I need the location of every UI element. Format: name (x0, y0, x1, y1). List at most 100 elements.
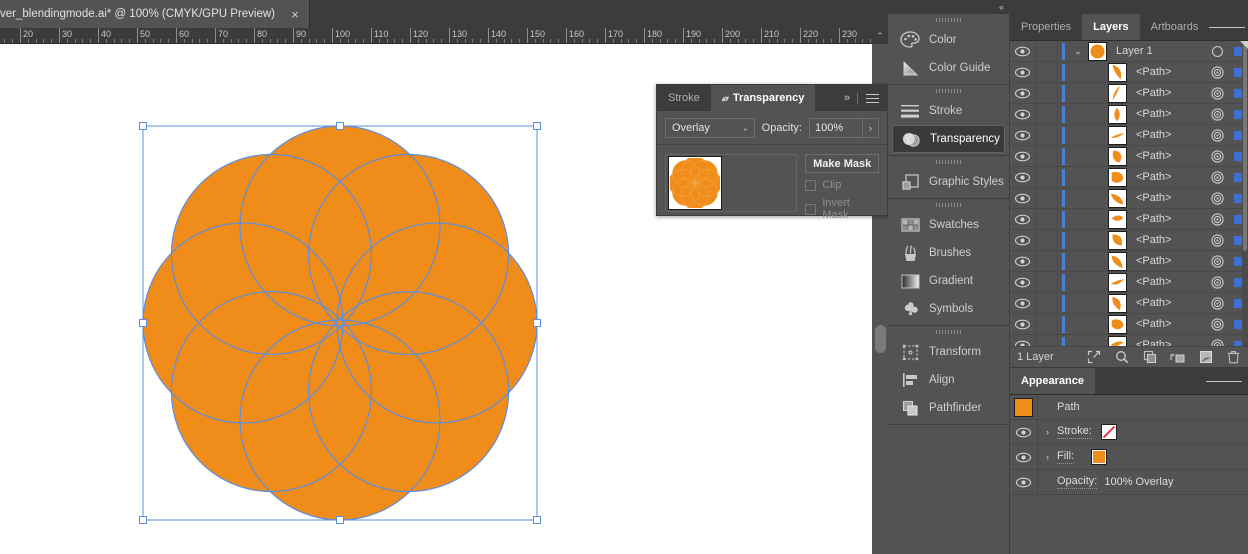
target-indicator-icon[interactable] (1206, 65, 1228, 79)
expand-icon[interactable]: » (844, 92, 850, 104)
lock-toggle[interactable] (1036, 292, 1058, 314)
eye-icon[interactable] (1010, 145, 1036, 167)
path-row[interactable]: <Path> (1010, 187, 1248, 209)
lock-toggle[interactable] (1036, 334, 1058, 346)
selection-handle[interactable] (533, 516, 541, 524)
target-indicator-icon[interactable] (1206, 338, 1228, 346)
make-mask-button[interactable]: Make Mask (805, 154, 879, 173)
target-indicator-icon[interactable] (1206, 233, 1228, 247)
path-row[interactable]: <Path> (1010, 208, 1248, 230)
target-indicator-icon[interactable] (1206, 149, 1228, 163)
eye-icon[interactable] (1010, 313, 1036, 335)
opacity-slider-arrow-icon[interactable]: › (863, 118, 879, 138)
dock-item-transparency[interactable]: Transparency (892, 125, 1005, 153)
path-row[interactable]: <Path> (1010, 334, 1248, 346)
eye-icon[interactable] (1010, 208, 1036, 230)
path-row[interactable]: <Path> (1010, 292, 1248, 314)
tab-properties[interactable]: Properties (1010, 14, 1082, 40)
eye-icon[interactable] (1010, 103, 1036, 125)
dock-group-grip[interactable] (888, 85, 1009, 97)
dock-item-swatches[interactable]: Swatches (892, 211, 1005, 239)
appearance-row-path[interactable]: Path (1010, 394, 1248, 420)
target-indicator-icon[interactable] (1206, 170, 1228, 184)
target-indicator-icon[interactable] (1206, 296, 1228, 310)
eye-icon[interactable] (1010, 187, 1036, 209)
dock-item-color[interactable]: Color (892, 26, 1005, 54)
dock-group-grip[interactable] (888, 156, 1009, 168)
locate-object-icon[interactable] (1086, 350, 1101, 365)
layers-scrollbar[interactable] (1242, 41, 1248, 346)
dock-item-brushes[interactable]: Brushes (892, 239, 1005, 267)
opacity-visibility-toggle[interactable] (1010, 469, 1038, 495)
tab-appearance[interactable]: Appearance (1010, 368, 1095, 394)
selection-handle[interactable] (336, 122, 344, 130)
target-indicator-icon[interactable] (1206, 212, 1228, 226)
close-icon[interactable]: × (287, 6, 303, 22)
eye-icon[interactable] (1010, 61, 1036, 83)
layers-list[interactable]: ⌄ Layer 1 <Path> <Path> <Path> <Path> <Path> <P… (1010, 41, 1248, 346)
selection-handle[interactable] (139, 122, 147, 130)
target-indicator-icon[interactable] (1206, 107, 1228, 121)
lock-toggle[interactable] (1036, 82, 1058, 104)
clip-checkbox[interactable] (805, 179, 817, 191)
dock-group-grip[interactable] (888, 326, 1009, 338)
eye-icon[interactable] (1010, 166, 1036, 188)
dock-item-stroke[interactable]: Stroke (892, 97, 1005, 125)
dock-item-color-guide[interactable]: Color Guide (892, 54, 1005, 82)
invert-mask-checkbox[interactable] (805, 203, 817, 215)
tab-transparency[interactable]: ▴▾ Transparency (710, 85, 816, 111)
selection-handle[interactable] (336, 516, 344, 524)
eye-icon[interactable] (1010, 292, 1036, 314)
create-new-layer-icon[interactable] (1198, 350, 1213, 365)
eye-icon[interactable] (1010, 82, 1036, 104)
target-indicator-icon[interactable] (1206, 45, 1228, 58)
path-row[interactable]: <Path> (1010, 250, 1248, 272)
make-clipping-mask-icon[interactable] (1114, 350, 1129, 365)
eye-icon[interactable] (1010, 229, 1036, 251)
lock-toggle[interactable] (1036, 313, 1058, 335)
horizontal-ruler[interactable]: 20 30 40 50 60 70 80 90 100 110 120 130 140 150 160 170… (0, 28, 872, 44)
layer-row[interactable]: ⌄ Layer 1 (1010, 41, 1248, 62)
lock-toggle[interactable] (1036, 124, 1058, 146)
selection-handle[interactable] (139, 516, 147, 524)
appearance-row-stroke[interactable]: › Stroke: (1010, 419, 1248, 445)
appearance-row-opacity[interactable]: Opacity: 100% Overlay (1010, 469, 1248, 495)
delete-selection-icon[interactable] (1226, 350, 1241, 365)
path-row[interactable]: <Path> (1010, 103, 1248, 125)
document-tab[interactable]: ver_blendingmode.ai* @ 100% (CMYK/GPU Pr… (0, 0, 311, 28)
selection-handle[interactable] (139, 319, 147, 327)
collect-in-new-layer-icon[interactable] (1170, 350, 1185, 365)
chevron-down-icon[interactable]: ⌄ (1068, 46, 1088, 57)
lock-toggle[interactable] (1036, 208, 1058, 230)
scrollbar-thumb[interactable] (875, 325, 886, 353)
lock-toggle[interactable] (1036, 271, 1058, 293)
eye-icon[interactable] (1010, 334, 1036, 346)
layers-panel-menu-icon[interactable] (1209, 14, 1248, 40)
dock-item-align[interactable]: Align (892, 366, 1005, 394)
stroke-swatch-none[interactable] (1100, 424, 1117, 440)
path-row[interactable]: <Path> (1010, 145, 1248, 167)
dock-group-grip[interactable] (888, 14, 1009, 26)
lock-toggle[interactable] (1036, 61, 1058, 83)
eye-icon[interactable] (1010, 41, 1036, 62)
stroke-visibility-toggle[interactable] (1010, 419, 1038, 445)
lock-toggle[interactable] (1036, 103, 1058, 125)
dock-group-grip[interactable] (888, 199, 1009, 211)
ruler-collapse-icon[interactable]: ⌃ (872, 28, 888, 44)
selection-handle[interactable] (533, 319, 541, 327)
tab-layers[interactable]: Layers (1082, 14, 1140, 40)
lock-toggle[interactable] (1036, 187, 1058, 209)
panel-menu-icon[interactable] (866, 91, 879, 106)
blend-mode-select[interactable]: Overlay ⌄ (665, 118, 755, 138)
tab-stroke[interactable]: Stroke (657, 85, 711, 111)
path-row[interactable]: <Path> (1010, 82, 1248, 104)
opacity-input[interactable]: 100% (809, 118, 863, 138)
eye-icon[interactable] (1010, 124, 1036, 146)
dock-item-transform[interactable]: Transform (892, 338, 1005, 366)
fill-expand-icon[interactable]: › (1038, 452, 1057, 462)
path-row[interactable]: <Path> (1010, 166, 1248, 188)
lock-toggle[interactable] (1036, 166, 1058, 188)
transparency-thumbnail-strip[interactable] (665, 154, 798, 212)
path-row[interactable]: <Path> (1010, 271, 1248, 293)
invert-mask-option[interactable]: Invert Mask (805, 197, 879, 221)
